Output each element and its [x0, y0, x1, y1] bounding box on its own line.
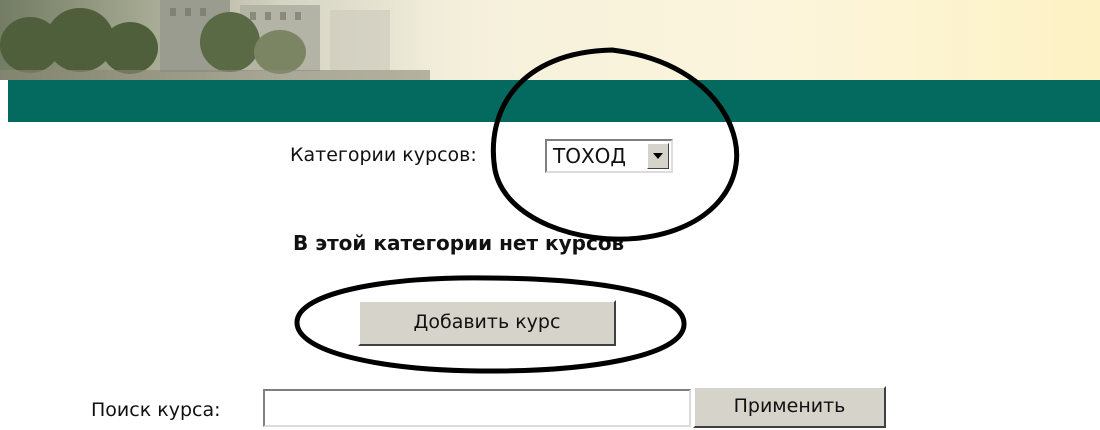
page: Категории курсов: ТОХОД В этой категории… — [0, 0, 1100, 430]
chevron-down-icon[interactable] — [647, 143, 669, 169]
empty-category-message: В этой категории нет курсов — [293, 231, 625, 255]
category-select[interactable]: ТОХОД — [545, 139, 673, 173]
search-label: Поиск курса: — [91, 399, 221, 421]
search-input[interactable] — [263, 389, 691, 427]
banner-photo — [0, 0, 430, 80]
header-teal-bar — [8, 80, 1100, 122]
apply-button[interactable]: Применить — [693, 386, 886, 428]
add-course-button[interactable]: Добавить курс — [358, 300, 616, 346]
header-banner — [0, 0, 1100, 80]
category-label: Категории курсов: — [290, 144, 477, 166]
category-select-value: ТОХОД — [553, 144, 627, 168]
